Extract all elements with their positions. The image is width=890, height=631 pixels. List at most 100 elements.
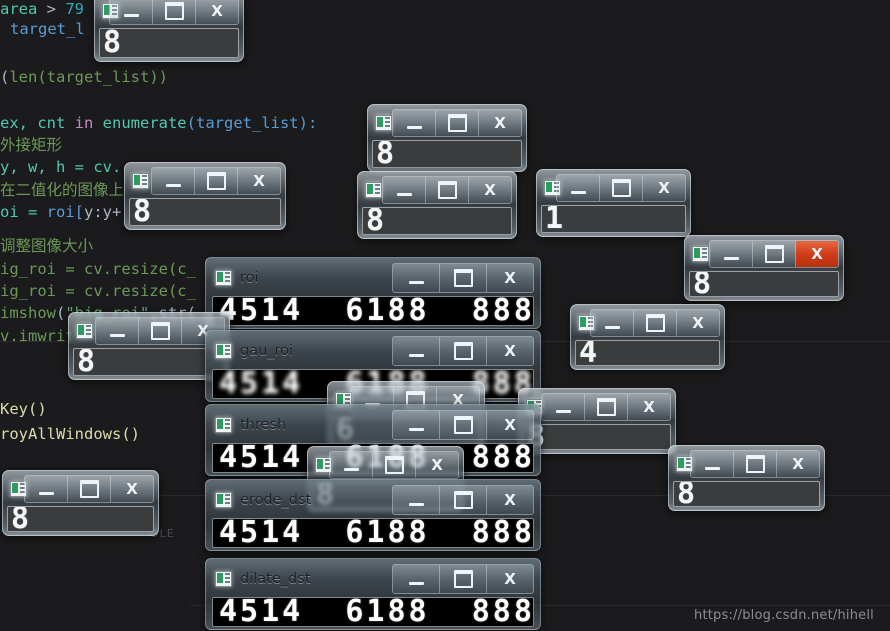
maximize-icon[interactable] <box>139 318 182 344</box>
close-icon[interactable]: X <box>196 0 238 24</box>
code-line: 调整图像大小 <box>0 237 93 255</box>
window-titlebar[interactable]: X <box>372 109 522 137</box>
imshow-digits: 8 <box>693 271 712 297</box>
maximize-icon[interactable] <box>600 175 643 201</box>
minimize-icon[interactable] <box>330 452 373 478</box>
minimize-icon[interactable] <box>591 310 634 336</box>
window-titlebar[interactable]: X <box>673 450 820 478</box>
maximize-icon[interactable] <box>440 565 487 593</box>
win-active-8[interactable]: X8 <box>684 235 844 301</box>
win-one[interactable]: X1 <box>536 169 691 237</box>
window-titlebar[interactable]: X <box>575 309 720 337</box>
code-token: 79 <box>65 0 85 18</box>
close-icon[interactable]: X <box>677 310 719 336</box>
maximize-icon[interactable] <box>68 476 111 502</box>
minimize-icon[interactable] <box>557 175 600 201</box>
minimize-icon[interactable] <box>110 0 153 24</box>
win-right-8a[interactable]: X8 <box>518 388 676 454</box>
close-icon[interactable]: X <box>111 476 153 502</box>
code-line: Key() <box>0 400 47 418</box>
maximize-icon[interactable] <box>753 241 796 267</box>
opencv-app-icon <box>215 492 232 508</box>
maximize-icon[interactable] <box>195 168 238 194</box>
code-line: 在二值化的图像上 <box>0 181 124 199</box>
minimize-icon[interactable] <box>393 565 440 593</box>
maximize-icon[interactable] <box>153 0 196 24</box>
win-four[interactable]: X4 <box>570 304 725 370</box>
win-roi[interactable]: roi X 4514 6188 8888 8888 <box>205 257 541 329</box>
maximize-icon[interactable] <box>634 310 677 336</box>
maximize-icon[interactable] <box>373 452 416 478</box>
maximize-icon[interactable] <box>440 264 487 292</box>
window-titlebar[interactable]: thresh X <box>212 410 534 440</box>
imshow-canvas: 8 <box>129 198 281 226</box>
minimize-icon[interactable] <box>393 110 436 136</box>
win-top-left[interactable]: X8 <box>94 0 244 62</box>
window-titlebar[interactable]: X <box>312 451 459 479</box>
window-titlebar[interactable]: erode_dst X <box>212 485 534 515</box>
window-titlebar[interactable]: X <box>7 475 154 503</box>
maximize-icon[interactable] <box>436 110 479 136</box>
code-line: 外接矩形 <box>0 136 62 154</box>
minimize-icon[interactable] <box>25 476 68 502</box>
window-titlebar[interactable]: X <box>541 174 686 202</box>
win-enum[interactable]: X8 <box>367 104 527 172</box>
imshow-canvas: 8 <box>99 28 239 58</box>
minimize-icon[interactable] <box>393 337 440 365</box>
window-titlebar[interactable]: dilate_dst X <box>212 564 534 594</box>
close-icon[interactable]: X <box>796 241 838 267</box>
close-icon[interactable]: X <box>487 411 533 439</box>
win-erode-dst[interactable]: erode_dst X 4514 6188 8888 8888 <box>205 479 541 551</box>
minimize-icon[interactable] <box>691 451 734 477</box>
window-titlebar[interactable]: X <box>129 167 281 195</box>
minimize-icon[interactable] <box>383 177 426 203</box>
window-titlebar[interactable]: gau_roi X <box>212 336 534 366</box>
win-bottom-left-8[interactable]: X8 <box>2 470 159 536</box>
close-icon[interactable]: X <box>487 337 533 365</box>
maximize-icon[interactable] <box>734 451 777 477</box>
maximize-icon[interactable] <box>440 337 487 365</box>
window-controls: X <box>690 450 820 478</box>
win-mid-8[interactable]: X8 <box>357 171 517 239</box>
window-titlebar[interactable]: X <box>73 317 225 345</box>
code-token: len(target_list)) <box>9 68 168 86</box>
imshow-digits: 8 <box>677 481 696 507</box>
code-token: in <box>74 114 103 132</box>
window-titlebar[interactable]: X <box>523 393 671 421</box>
win-right-8b[interactable]: X8 <box>668 445 825 511</box>
close-icon[interactable]: X <box>487 264 533 292</box>
close-icon[interactable]: X <box>416 452 458 478</box>
minimize-icon[interactable] <box>393 486 440 514</box>
close-icon[interactable]: X <box>487 486 533 514</box>
window-titlebar[interactable]: X <box>362 176 512 204</box>
window-title: dilate_dst <box>240 571 311 587</box>
code-token: y:y+ <box>84 203 122 221</box>
minimize-icon[interactable] <box>710 241 753 267</box>
close-icon[interactable]: X <box>479 110 521 136</box>
window-titlebar[interactable]: X <box>689 240 839 268</box>
code-token: imshow <box>0 304 56 322</box>
close-icon[interactable]: X <box>238 168 280 194</box>
win-dilate-dst[interactable]: dilate_dst X 4514 6188 8888 8888 <box>205 558 541 630</box>
close-icon[interactable]: X <box>487 565 533 593</box>
close-icon[interactable]: X <box>777 451 819 477</box>
maximize-icon[interactable] <box>440 486 487 514</box>
minimize-icon[interactable] <box>96 318 139 344</box>
close-icon[interactable]: X <box>643 175 685 201</box>
imshow-canvas: 8 <box>362 207 512 235</box>
win-cv-mid[interactable]: X8 <box>124 162 286 230</box>
window-titlebar[interactable]: roi X <box>212 263 534 293</box>
close-icon[interactable]: X <box>628 394 670 420</box>
imshow-canvas: 8 <box>689 271 839 297</box>
window-title: erode_dst <box>240 492 312 508</box>
minimize-icon[interactable] <box>542 394 585 420</box>
minimize-icon[interactable] <box>393 411 440 439</box>
window-titlebar[interactable]: X <box>99 0 239 25</box>
close-icon[interactable]: X <box>469 177 511 203</box>
maximize-icon[interactable] <box>585 394 628 420</box>
maximize-icon[interactable] <box>440 411 487 439</box>
minimize-icon[interactable] <box>393 264 440 292</box>
minimize-icon[interactable] <box>152 168 195 194</box>
code-token: > <box>46 0 66 18</box>
maximize-icon[interactable] <box>426 177 469 203</box>
